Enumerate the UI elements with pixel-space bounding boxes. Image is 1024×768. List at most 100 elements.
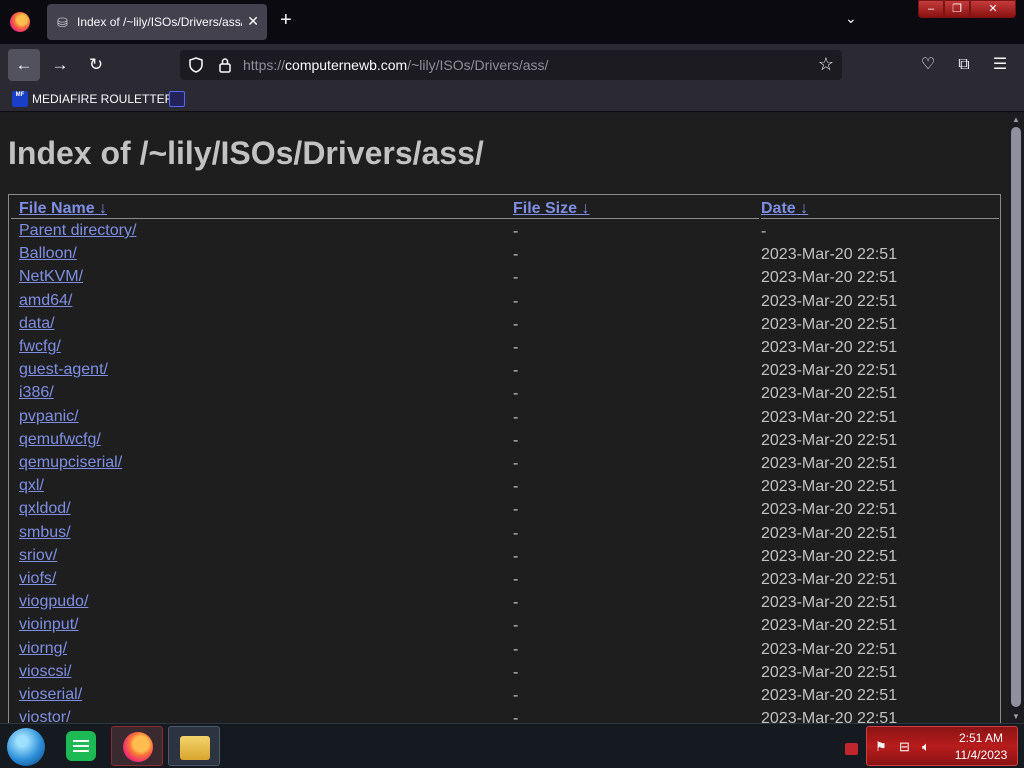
table-row: viostor/ - 2023-Mar-20 22:51	[9, 709, 999, 723]
column-header-date[interactable]: Date ↓	[761, 200, 808, 218]
taskbar-notes-app[interactable]	[55, 726, 107, 766]
reload-button[interactable]: ↻	[80, 49, 112, 81]
file-name-link[interactable]: pvpanic/	[19, 408, 79, 426]
file-size: -	[513, 455, 519, 472]
clock-time: 2:51 AM	[958, 731, 1004, 745]
page-content: Index of /~lily/ISOs/Drivers/ass/ File N…	[0, 113, 1008, 723]
lock-icon[interactable]	[218, 57, 232, 73]
taskbar-firefox[interactable]	[111, 726, 163, 766]
close-window-button[interactable]: ✕	[970, 0, 1016, 18]
firefox-icon[interactable]	[10, 12, 30, 32]
file-size: -	[513, 408, 519, 426]
file-size: -	[513, 315, 519, 333]
menu-icon[interactable]: ☰	[989, 54, 1011, 76]
column-header-file-name[interactable]: File Name ↓	[19, 200, 107, 218]
file-name-link[interactable]: vioinput/	[19, 616, 79, 634]
start-button[interactable]	[7, 728, 45, 766]
file-name-link[interactable]: NetKVM/	[19, 268, 83, 286]
taskbar-file-explorer[interactable]	[168, 726, 220, 766]
page-scrollbar[interactable]: ▲ ▼	[1008, 113, 1024, 723]
minimize-button[interactable]: –	[918, 0, 944, 18]
file-name-link[interactable]: amd64/	[19, 292, 72, 310]
navigation-toolbar: ← → ↻ https://computernewb.com/~lily/ISO…	[0, 44, 1024, 86]
file-name-link[interactable]: Balloon/	[19, 245, 77, 263]
table-row: fwcfg/ - 2023-Mar-20 22:51	[9, 338, 999, 361]
file-name-link[interactable]: qxldod/	[19, 500, 71, 518]
bookmark-mediafire-rouletter[interactable]: MF MEDIAFIRE ROULETTER	[12, 90, 173, 108]
url-text[interactable]: https://computernewb.com/~lily/ISOs/Driv…	[243, 57, 548, 73]
file-name-link[interactable]: data/	[19, 315, 55, 333]
file-name-link[interactable]: i386/	[19, 384, 54, 402]
network-icon[interactable]: ⊟	[899, 739, 910, 755]
forward-button[interactable]: →	[44, 49, 76, 81]
tab-bar: ⛁ Index of /~lily/ISOs/Drivers/ass/ ✕ + …	[0, 0, 1024, 44]
file-size: -	[513, 547, 519, 565]
file-name-link[interactable]: qemupciserial/	[19, 454, 122, 472]
taskbar: ⚑ ⊟ 🔈︎ 2:51 AM 11/4/2023	[0, 723, 1024, 768]
header-divider	[11, 218, 515, 219]
table-row: sriov/ - 2023-Mar-20 22:51	[9, 547, 999, 570]
pocket-icon[interactable]: ♡	[917, 54, 939, 76]
table-row: vioserial/ - 2023-Mar-20 22:51	[9, 686, 999, 709]
volume-icon[interactable]: 🔈︎	[922, 739, 930, 755]
file-size: -	[513, 269, 519, 287]
file-name-link[interactable]: vioscsi/	[19, 663, 71, 681]
file-name-link[interactable]: qxl/	[19, 477, 44, 495]
address-bar[interactable]: https://computernewb.com/~lily/ISOs/Driv…	[180, 50, 842, 80]
file-name-link[interactable]: viorng/	[19, 640, 67, 658]
action-center-flag-icon[interactable]: ⚑	[875, 739, 887, 755]
file-name-link[interactable]: Parent directory/	[19, 222, 136, 240]
bookmarks-toolbar: MF MEDIAFIRE ROULETTER	[0, 86, 1024, 112]
bookmark-second[interactable]	[169, 90, 189, 108]
file-name-link[interactable]: sriov/	[19, 547, 57, 565]
file-date: 2023-Mar-20 22:51	[761, 710, 898, 723]
extensions-icon[interactable]: ⧉	[953, 54, 975, 76]
sigma-icon	[169, 91, 185, 107]
table-row: qemupciserial/ - 2023-Mar-20 22:51	[9, 454, 999, 477]
tab-close-icon[interactable]: ✕	[247, 13, 259, 30]
file-date: 2023-Mar-20 22:51	[761, 617, 898, 635]
header-divider	[513, 218, 759, 219]
url-scheme: https://	[243, 57, 286, 73]
back-button[interactable]: ←	[8, 49, 40, 81]
list-all-tabs-icon[interactable]: ⌄	[845, 10, 857, 27]
file-size: -	[513, 385, 519, 403]
file-date: 2023-Mar-20 22:51	[761, 524, 898, 542]
maximize-button[interactable]: ❐	[944, 0, 970, 18]
file-name-link[interactable]: vioserial/	[19, 686, 82, 704]
firefox-icon	[123, 732, 153, 762]
shield-icon[interactable]	[189, 57, 203, 73]
file-size: -	[513, 571, 519, 588]
file-date: 2023-Mar-20 22:51	[761, 594, 898, 612]
notification-icon[interactable]	[845, 743, 858, 755]
file-date: 2023-Mar-20 22:51	[761, 362, 898, 380]
file-size: -	[513, 617, 519, 635]
new-tab-button[interactable]: +	[280, 9, 292, 32]
table-row: smbus/ - 2023-Mar-20 22:51	[9, 524, 999, 547]
table-row: NetKVM/ - 2023-Mar-20 22:51	[9, 268, 999, 291]
file-name-link[interactable]: viofs/	[19, 570, 56, 588]
file-name-link[interactable]: viogpudo/	[19, 593, 88, 611]
bookmark-star-icon[interactable]: ☆	[818, 54, 834, 75]
file-date: 2023-Mar-20 22:51	[761, 315, 898, 333]
file-size: -	[513, 594, 519, 612]
file-date: 2023-Mar-20 22:51	[761, 501, 898, 519]
file-name-link[interactable]: fwcfg/	[19, 338, 61, 356]
scrollbar-thumb[interactable]	[1011, 127, 1021, 707]
tab-title: Index of /~lily/ISOs/Drivers/ass/	[77, 15, 242, 29]
file-name-link[interactable]: smbus/	[19, 524, 71, 542]
file-listing-table: File Name ↓ File Size ↓ Date ↓ Parent di…	[8, 194, 1001, 723]
clock[interactable]: 2:51 AM 11/4/2023	[945, 730, 1017, 764]
scroll-up-icon[interactable]: ▲	[1012, 115, 1020, 124]
table-row: vioscsi/ - 2023-Mar-20 22:51	[9, 663, 999, 686]
table-row: qemufwcfg/ - 2023-Mar-20 22:51	[9, 431, 999, 454]
scroll-down-icon[interactable]: ▼	[1012, 712, 1020, 721]
file-date: 2023-Mar-20 22:51	[761, 292, 898, 310]
file-name-link[interactable]: qemufwcfg/	[19, 431, 101, 449]
file-name-link[interactable]: guest-agent/	[19, 361, 108, 379]
url-path: /~lily/ISOs/Drivers/ass/	[407, 57, 549, 73]
table-row: guest-agent/ - 2023-Mar-20 22:51	[9, 361, 999, 384]
file-name-link[interactable]: viostor/	[19, 709, 71, 723]
column-header-file-size[interactable]: File Size ↓	[513, 200, 589, 218]
tab-active[interactable]: ⛁ Index of /~lily/ISOs/Drivers/ass/ ✕	[47, 4, 267, 40]
